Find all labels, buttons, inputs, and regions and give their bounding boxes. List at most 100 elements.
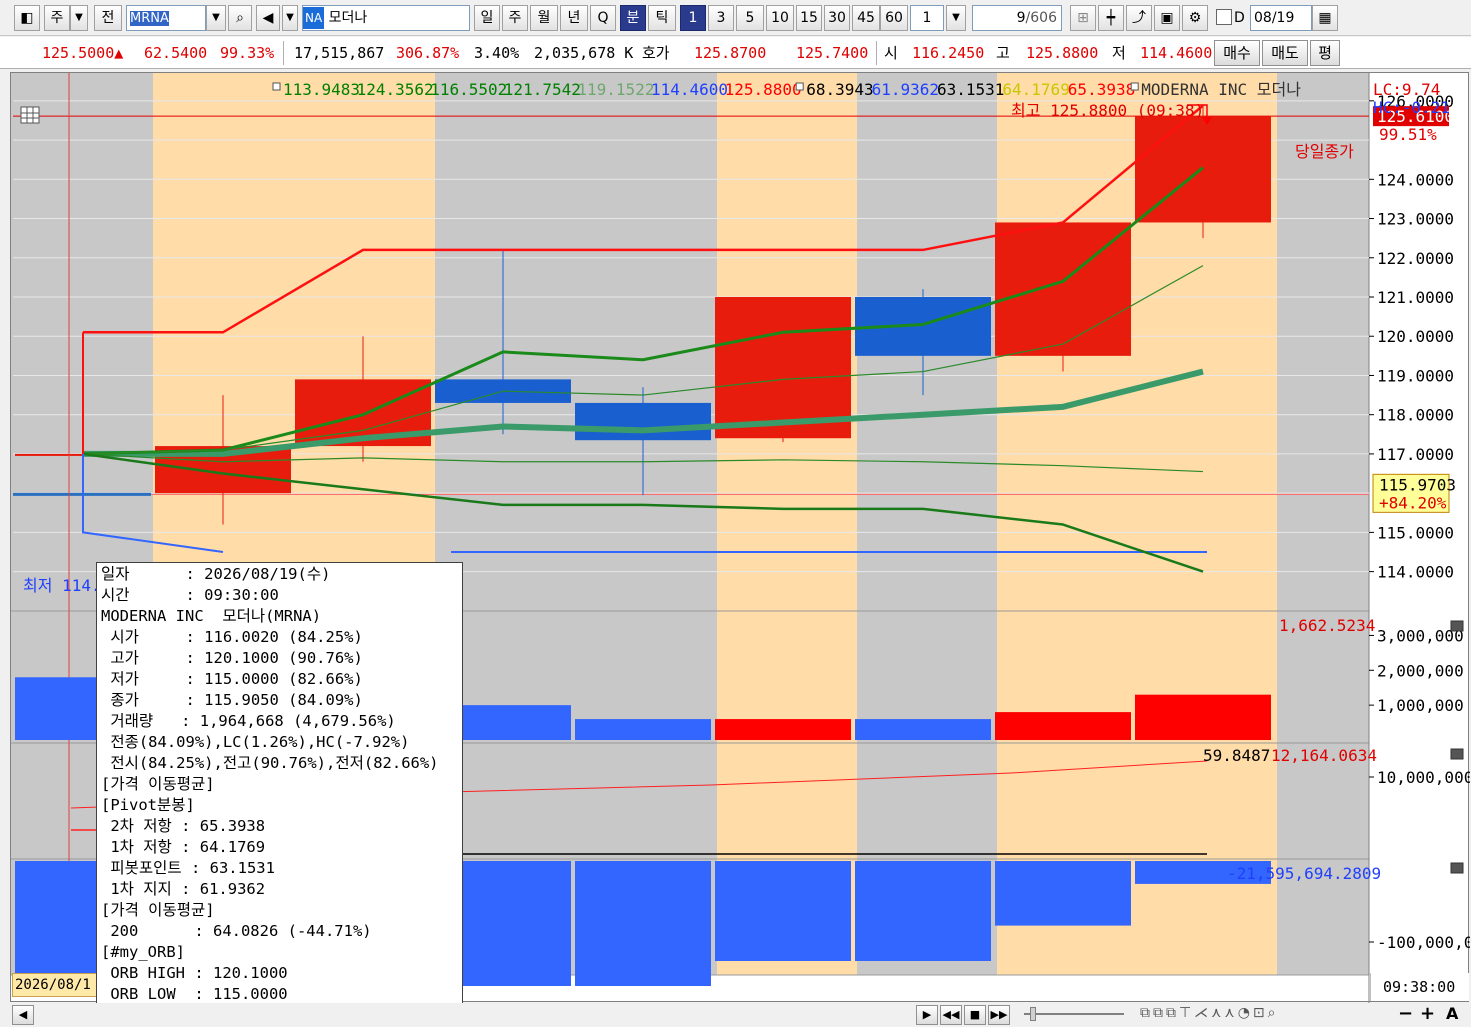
period-tab[interactable]: 일 [474, 5, 500, 31]
bid-price: 125.7400 [796, 44, 869, 62]
volume-value: 17,515,867 [294, 44, 385, 62]
period-tab[interactable]: Q [590, 5, 616, 31]
panel-close-icon[interactable] [1450, 862, 1464, 874]
grid-toggle-icon[interactable] [20, 106, 40, 124]
legend-ma-value: 124.3562 [357, 80, 434, 99]
legend-ma-value: 116.5502 [430, 80, 507, 99]
interval-tab[interactable]: 45 [852, 5, 880, 31]
panel-close-icon[interactable] [1450, 748, 1464, 760]
page-total: /606 [1025, 10, 1057, 26]
crosshair-tooltip: 일자 : 2026/08/19(수) 시간 : 09:30:00 MODERNA I… [96, 562, 463, 1027]
period-tab[interactable]: 년 [560, 5, 588, 31]
volume-bar[interactable] [715, 719, 851, 740]
stop-icon[interactable]: ■ [964, 1005, 986, 1025]
tooltip-line: 시간 : 09:30:00 [101, 586, 279, 604]
interval-tab[interactable]: 30 [824, 5, 850, 31]
interval-tab[interactable]: 3 [708, 5, 734, 31]
price-axis-label: 119.0000 [1377, 366, 1454, 385]
market2-selector[interactable]: 전 [94, 5, 122, 31]
today-close-label: 당일종가 [1295, 142, 1354, 161]
scroll-left-icon[interactable]: ◀ [12, 1005, 34, 1025]
font-size-icon[interactable]: A [1446, 1004, 1458, 1023]
trend-icon[interactable]: ⤴ [1126, 5, 1152, 31]
zoom-out-icon[interactable]: − [1398, 1003, 1413, 1024]
sound-dropdown-icon[interactable]: ▼ [282, 5, 298, 31]
symbol-dropdown-icon[interactable]: ▼ [206, 5, 226, 31]
count-dropdown-icon[interactable]: ▼ [946, 5, 966, 31]
tooltip-line: 전시(84.25%),전고(90.76%),전저(82.66%) [101, 754, 439, 772]
rewind-icon[interactable]: ◀◀ [940, 1005, 962, 1025]
candle-type-icon[interactable]: ┿ [1098, 5, 1124, 31]
symbol-input[interactable]: MRNA [126, 5, 206, 31]
date-checkbox[interactable] [1216, 9, 1232, 25]
open-price: 116.2450 [912, 44, 985, 62]
tooltip-line: [가격 이동평균] [101, 901, 215, 919]
crosshair-price-text: 115.9703 [1379, 475, 1456, 494]
volume-bar[interactable] [995, 712, 1131, 740]
gear-icon[interactable]: ⚙ [1182, 5, 1208, 31]
sound-icon[interactable]: ◀ [256, 5, 280, 31]
symbol-code: MRNA [130, 11, 169, 26]
candle-body[interactable] [575, 402, 711, 441]
page-indicator[interactable]: 9/606 [972, 5, 1062, 31]
interval-tab[interactable]: 10 [766, 5, 794, 31]
market-dropdown-icon[interactable]: ▼ [70, 5, 88, 31]
indicator2-value2: 12,164.0634 [1271, 746, 1377, 765]
sell-button[interactable]: 매도 [1262, 40, 1308, 66]
interval-tab[interactable]: 15 [796, 5, 822, 31]
tooltip-line: 200 : 64.0826 (-44.71%) [101, 922, 372, 940]
tooltip-line: [가격 이동평균] [101, 775, 215, 793]
tooltip-line: 거래량 : 1,964,668 (4,679.56%) [101, 712, 396, 730]
period-tab[interactable]: 월 [530, 5, 558, 31]
indicator3-bar[interactable] [575, 861, 711, 986]
interval-tab[interactable]: 1 [680, 5, 706, 31]
interval-count-input[interactable]: 1 [910, 5, 944, 31]
price-axis-label: 114.0000 [1377, 563, 1454, 582]
window-layout-icon[interactable]: ◧ [14, 5, 40, 31]
save-icon[interactable]: ▣ [1154, 5, 1180, 31]
period-tab[interactable]: 분 [620, 5, 646, 31]
indicator3-bar[interactable] [715, 861, 851, 961]
tooltip-line: ORB LOW : 115.0000 [101, 985, 288, 1003]
volume-axis-label: 2,000,000 [1377, 661, 1464, 680]
price-axis-label: 124.0000 [1377, 170, 1454, 189]
market-selector[interactable]: 주 [44, 5, 70, 31]
interval-tab[interactable]: 60 [880, 5, 908, 31]
volume-pct: 306.87% [396, 44, 460, 62]
volume-bar[interactable] [855, 719, 991, 740]
chart-toolbar: ◧ 주 ▼ 전 MRNA ▼ ⌕ ◀ ▼ NA 모더나 1 ▼ 9/606 ⊞ … [0, 0, 1471, 36]
legend-pivot-value: 63.1531 [937, 80, 1004, 99]
amount-value: 2,035,678 K [534, 44, 634, 62]
zoom-slider-handle[interactable] [1030, 1007, 1036, 1021]
drawing-tools-icons[interactable]: ⧉⧉⧉⊤⋌⋏⋏◔⊡⌕ [1140, 1005, 1278, 1021]
open-label: 시 [884, 44, 898, 62]
zoom-in-icon[interactable]: + [1420, 1003, 1435, 1024]
low-price: 114.4600 [1140, 44, 1212, 62]
bottom-bar: ◀ ▶ ◀◀ ■ ▶▶ ⧉⧉⧉⊤⋌⋏⋏◔⊡⌕ − + A [0, 1003, 1471, 1027]
indicator3-bar[interactable] [995, 861, 1131, 926]
zoom-slider[interactable] [1024, 1013, 1124, 1015]
date-input[interactable]: 08/19 [1250, 5, 1312, 31]
stock-name-field[interactable]: NA 모더나 [302, 5, 470, 31]
tooltip-line: [#my_ORB] [101, 943, 185, 961]
period-tab[interactable]: 틱 [648, 5, 676, 31]
average-button[interactable]: 평 [1310, 40, 1340, 66]
legend-pivot-value: 68.3943 [806, 80, 873, 99]
compare-icon[interactable]: ⊞ [1070, 5, 1096, 31]
interval-tab[interactable]: 5 [736, 5, 764, 31]
indicator3-bar[interactable] [855, 861, 991, 961]
play-icon[interactable]: ▶ [916, 1005, 938, 1025]
period-tab[interactable]: 주 [502, 5, 528, 31]
tooltip-line: 시가 : 116.0020 (84.25%) [101, 628, 363, 646]
fast-forward-icon[interactable]: ▶▶ [988, 1005, 1010, 1025]
price-value: 125.5000 [42, 44, 115, 62]
volume-bar[interactable] [1135, 694, 1271, 740]
legend-ma-value: 121.7542 [504, 80, 581, 99]
panel-close-icon[interactable] [1450, 620, 1464, 632]
buy-button[interactable]: 매수 [1214, 40, 1260, 66]
volume-bar[interactable] [575, 719, 711, 740]
legend-ma-value: 125.8800 [725, 80, 802, 99]
search-icon[interactable]: ⌕ [228, 5, 252, 31]
calendar-icon[interactable]: ▦ [1312, 5, 1338, 31]
lc-label: LC:9.74 [1373, 80, 1440, 99]
